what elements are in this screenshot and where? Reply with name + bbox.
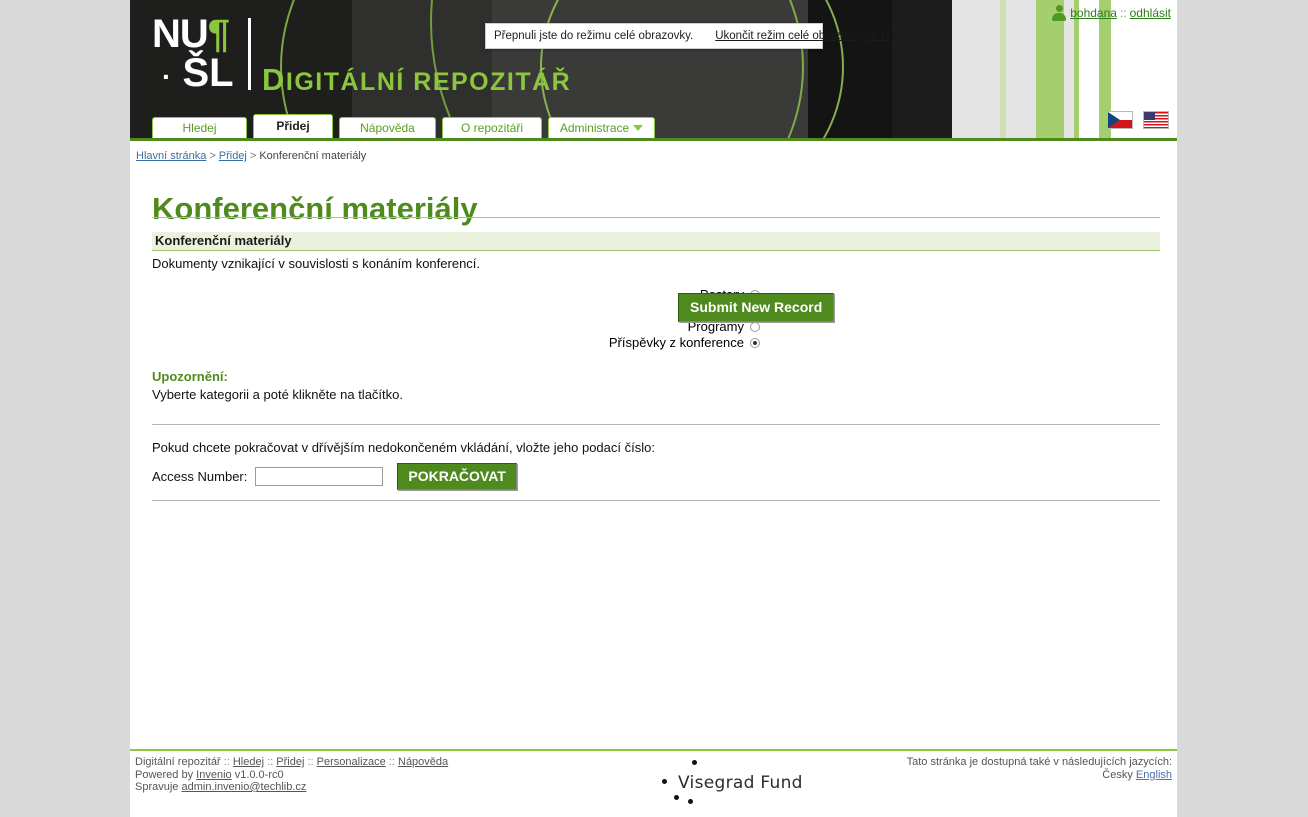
- admin-email-link[interactable]: admin.invenio@techlib.cz: [181, 781, 306, 793]
- fullscreen-notification: Přepnuli jste do režimu celé obrazovky. …: [485, 23, 895, 49]
- continue-button[interactable]: POKRAČOVAT: [397, 462, 517, 490]
- fullscreen-notification-message: Přepnuli jste do režimu celé obrazovky.: [494, 30, 694, 42]
- tab-o-repozitari-label: O repozitáři: [460, 121, 524, 135]
- breadcrumb-current: Konferenční materiály: [259, 150, 367, 162]
- divider-top: [152, 217, 1160, 218]
- page-container: NU¶ · ŠL DIGITÁLNÍ REPOZITÁŘ bohdana:: od…: [130, 0, 1177, 817]
- warning-title: Upozornění:: [152, 369, 228, 384]
- access-number-input[interactable]: [255, 466, 384, 486]
- breadcrumb-separator-1: >: [209, 150, 216, 162]
- visegrad-dot-1: [692, 760, 697, 765]
- footer-line-2: Powered by Invenio v1.0.0-rc0: [135, 769, 448, 782]
- footer-link-pridej[interactable]: Přidej: [276, 756, 304, 768]
- page-title: Konferenční materiály: [152, 190, 478, 226]
- language-options: Česky English: [907, 769, 1172, 782]
- footer-link-napoveda[interactable]: Nápověda: [398, 756, 448, 768]
- invenio-version: v1.0.0-rc0: [234, 768, 284, 781]
- tab-administrace-label: Administrace: [559, 121, 630, 135]
- tab-o-repozitari[interactable]: O repozitáři: [442, 117, 542, 138]
- footer-links-block: Digitální repozitář :: Hledej :: Přidej …: [135, 756, 448, 794]
- footer-sep-4: ::: [388, 756, 395, 768]
- section-description: Dokumenty vznikající v souvislosti s kon…: [152, 256, 481, 271]
- footer-language-block: Tato stránka je dostupná také v následuj…: [907, 756, 1172, 781]
- breadcrumb-section[interactable]: Přidej: [219, 150, 247, 162]
- tab-pridej[interactable]: Přidej: [253, 114, 333, 138]
- language-note: Tato stránka je dostupná také v následuj…: [906, 756, 1172, 768]
- radio-input-programy[interactable]: [750, 322, 760, 332]
- admin-label: Spravuje: [135, 781, 179, 793]
- user-avatar-icon: [1051, 5, 1067, 21]
- section-header: Konferenční materiály: [152, 232, 1160, 251]
- site-header: NU¶ · ŠL DIGITÁLNÍ REPOZITÁŘ bohdana:: od…: [130, 0, 1177, 138]
- site-logo[interactable]: NU¶ · ŠL: [152, 14, 234, 96]
- footer-link-hledej[interactable]: Hledej: [233, 756, 264, 768]
- access-number-label: Access Number:: [152, 468, 248, 484]
- warning-text: Vyberte kategorii a poté klikněte na tla…: [152, 387, 403, 402]
- breadcrumb-separator-2: >: [249, 150, 257, 162]
- header-green-rule: [130, 138, 1177, 141]
- footer-site-name: Digitální repozitář: [135, 756, 221, 768]
- main-navigation: Hledej Přidej Nápověda O repozitáři Admi…: [130, 114, 1177, 138]
- user-separator: ::: [1119, 6, 1127, 20]
- access-number-row: Access Number: POKRAČOVAT: [152, 462, 517, 490]
- footer-sep-3: ::: [307, 756, 314, 768]
- radio-input-prispevky[interactable]: [750, 338, 760, 348]
- divider-bottom: [152, 500, 1160, 501]
- footer-line-1: Digitální repozitář :: Hledej :: Přidej …: [135, 756, 448, 769]
- visegrad-dot-4: [688, 799, 693, 804]
- logo-text-nusl-bottom: · ŠL: [162, 51, 234, 95]
- username-link[interactable]: bohdana: [1070, 6, 1117, 20]
- tab-hledej[interactable]: Hledej: [152, 117, 247, 138]
- exit-fullscreen-link[interactable]: Ukončit režim celé obrazovky (F11): [715, 30, 894, 42]
- access-number-intro: Pokud chcete pokračovat v dřívějším nedo…: [152, 440, 655, 455]
- footer-sep-1: ::: [223, 756, 230, 768]
- tab-hledej-label: Hledej: [182, 121, 217, 135]
- visegrad-fund-logo: Visegrad Fund: [635, 753, 815, 813]
- user-session-box: bohdana:: odhlásit: [1051, 5, 1171, 21]
- logout-link[interactable]: odhlásit: [1130, 6, 1171, 20]
- footer-line-3: Spravuje admin.invenio@techlib.cz: [135, 781, 448, 794]
- tab-napoveda-label: Nápověda: [360, 121, 415, 135]
- breadcrumb: Hlavní stránka > Přidej > Konferenční materi…: [136, 150, 366, 162]
- radio-option-prispevky[interactable]: Příspěvky z konference: [470, 335, 760, 351]
- visegrad-fund-label: Visegrad Fund: [678, 773, 803, 793]
- logo-divider: [248, 18, 251, 90]
- language-current: Česky: [1102, 768, 1133, 781]
- logo-text-nusl-top: NU¶: [152, 12, 230, 56]
- visegrad-dot-2: [662, 779, 667, 784]
- radio-label-prispevky[interactable]: Příspěvky z konference: [609, 335, 744, 350]
- footer-link-personalizace[interactable]: Personalizace: [317, 756, 386, 768]
- tab-pridej-label: Přidej: [276, 119, 310, 133]
- site-title: DIGITÁLNÍ REPOZITÁŘ: [262, 62, 572, 97]
- breadcrumb-home[interactable]: Hlavní stránka: [136, 150, 206, 162]
- visegrad-dot-3: [674, 795, 679, 800]
- tab-napoveda[interactable]: Nápověda: [339, 117, 436, 138]
- site-footer: Digitální repozitář :: Hledej :: Přidej …: [130, 749, 1177, 817]
- footer-sep-2: ::: [267, 756, 274, 768]
- tab-administrace[interactable]: Administrace: [548, 117, 655, 138]
- chevron-down-icon: [633, 125, 644, 131]
- divider-access: [152, 424, 1160, 425]
- invenio-link[interactable]: Invenio: [196, 769, 231, 781]
- language-english-link[interactable]: English: [1136, 769, 1172, 781]
- submit-new-record-button[interactable]: Submit New Record: [678, 293, 835, 322]
- powered-by-label: Powered by: [135, 768, 194, 781]
- main-content: Hlavní stránka > Přidej > Konferenční materi…: [130, 141, 1177, 817]
